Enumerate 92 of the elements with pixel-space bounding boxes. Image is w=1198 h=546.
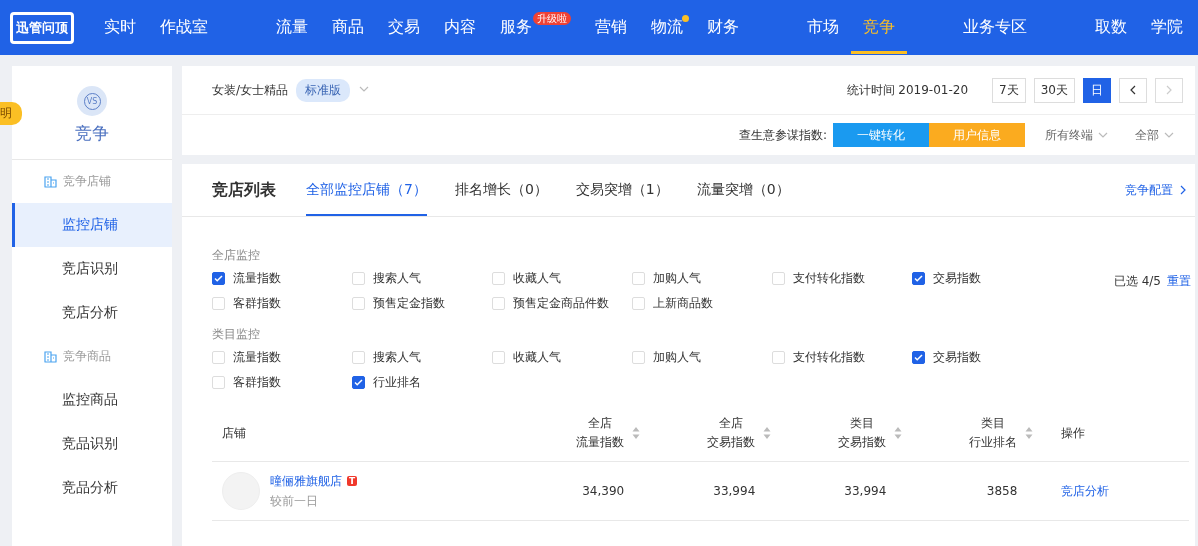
nav-item[interactable]: 竞争 — [851, 1, 907, 54]
sidebar-item[interactable]: 竞品分析 — [12, 466, 172, 510]
column-header: 类目 行业排名 — [969, 415, 1018, 451]
compare-label: 较前一日 — [270, 492, 319, 510]
checkbox-label: 流量指数 — [233, 270, 281, 287]
nav-item[interactable]: 学院 — [1139, 1, 1195, 54]
list-title: 竞店列表 — [212, 179, 276, 201]
checkbox-label: 交易指数 — [933, 270, 981, 287]
nav-item[interactable]: 交易 — [376, 1, 432, 54]
sidebar-item[interactable]: 竞品识别 — [12, 422, 172, 466]
nav-item[interactable]: 内容 — [432, 1, 488, 54]
sort-icon[interactable] — [763, 426, 772, 440]
sidebar-title: 竞争 — [75, 122, 109, 145]
checkbox-label: 搜索人气 — [373, 349, 421, 366]
nav-item[interactable]: 营销 — [583, 1, 639, 54]
next-button[interactable] — [1155, 77, 1183, 103]
checkbox[interactable] — [912, 272, 925, 285]
nav-item[interactable]: 作战室 — [148, 1, 220, 54]
tmall-badge: T — [347, 476, 358, 486]
checkbox[interactable] — [912, 351, 925, 364]
sort-icon[interactable] — [894, 426, 903, 440]
checkbox-label: 流量指数 — [233, 349, 281, 366]
checkbox-label: 收藏人气 — [513, 349, 561, 366]
previous-button[interactable] — [1119, 77, 1147, 103]
checkbox[interactable] — [352, 376, 365, 389]
table-cell: 3858 — [986, 484, 1018, 498]
store-name-link[interactable]: 曈俪雅旗舰店 — [270, 472, 342, 490]
building-icon — [44, 175, 57, 188]
section-title: 全店监控 — [212, 247, 261, 264]
tab[interactable]: 全部监控店铺（7） — [306, 164, 427, 216]
checkbox-label: 搜索人气 — [373, 270, 421, 287]
section-title: 类目监控 — [212, 326, 261, 343]
convert-button[interactable]: 一键转化 — [833, 123, 929, 147]
dropdown[interactable]: 全部 — [1129, 126, 1181, 144]
nav-item[interactable]: 服务 $^{升级啦}$ — [488, 1, 583, 54]
column-header: 操作 — [1061, 424, 1086, 442]
sidebar-item[interactable]: 竞店识别 — [12, 247, 172, 291]
sidebar-item[interactable]: 监控商品 — [12, 378, 172, 422]
nav-item[interactable]: 取数 — [1083, 1, 1139, 54]
config-link[interactable]: 竞争配置 — [1125, 181, 1189, 199]
checkbox-label: 支付转化指数 — [793, 349, 865, 366]
period-button[interactable]: 日 — [1083, 77, 1111, 103]
index-label: 查生意参谋指数: — [738, 126, 827, 144]
column-header: 类目 交易指数 — [838, 415, 887, 451]
checkbox-label: 加购人气 — [653, 349, 701, 366]
category-label: 女装/女士精品 — [212, 81, 289, 99]
period-button[interactable]: 7天 — [992, 77, 1026, 103]
table-cell: 34,390 — [582, 484, 625, 498]
vs-icon: VS — [77, 86, 107, 116]
sidebar-item[interactable]: 竞店分析 — [12, 291, 172, 335]
tab[interactable]: 排名增长（0） — [454, 164, 548, 216]
period-button[interactable]: 30天 — [1033, 77, 1075, 103]
column-header: 全店 交易指数 — [707, 415, 756, 451]
sort-icon[interactable] — [1025, 426, 1034, 440]
checkbox-label: 上新商品数 — [653, 295, 713, 312]
checkbox-label: 加购人气 — [653, 270, 701, 287]
table-cell: 33,994 — [844, 484, 887, 498]
building-icon — [44, 350, 57, 363]
checkbox-label: 预售定金指数 — [373, 295, 445, 312]
checkbox-label: 交易指数 — [933, 349, 981, 366]
edition-badge: 标准版 — [296, 78, 351, 102]
sort-icon[interactable] — [632, 426, 641, 440]
nav-item[interactable]: 市场 — [795, 1, 851, 54]
logo[interactable]: 迅管问顶 — [10, 11, 74, 44]
checkbox-label: 客群指数 — [233, 295, 281, 312]
tab[interactable]: 流量突增（0） — [696, 164, 790, 216]
table-cell: 33,994 — [713, 484, 756, 498]
checkbox-label: 支付转化指数 — [793, 270, 865, 287]
nav-item[interactable]: 流量 — [264, 1, 320, 54]
nav-item[interactable]: 商品 — [320, 1, 376, 54]
sidebar-item[interactable]: 监控店铺 — [12, 203, 172, 247]
sidebar-group-title: 竞争店铺 — [63, 173, 111, 190]
nav-item[interactable]: 实时 — [92, 1, 148, 54]
tab[interactable]: 交易突增（1） — [575, 164, 669, 216]
reset-link[interactable]: 重置 — [1167, 273, 1191, 290]
nav-item[interactable]: 物流 — [639, 1, 695, 54]
checkbox[interactable] — [212, 272, 225, 285]
checkbox-label: 预售定金商品件数 — [513, 295, 609, 312]
checkbox-label: 客群指数 — [233, 374, 281, 391]
nav-item[interactable]: 业务专区 — [951, 1, 1039, 54]
checkbox-label: 收藏人气 — [513, 270, 561, 287]
checkbox-label: 行业排名 — [373, 374, 421, 391]
selected-count: 已选 4/5 — [1113, 273, 1161, 290]
nav-item[interactable]: 财务 — [695, 1, 751, 54]
analysis-link[interactable]: 竞店分析 — [1061, 482, 1189, 500]
column-header: 全店 流量指数 — [576, 415, 625, 451]
column-header: 店铺 — [222, 424, 246, 442]
help-tab[interactable]: 明 — [0, 102, 22, 125]
stat-time: 统计时间 2019-01-20 — [846, 81, 969, 99]
sidebar-group-title: 竞争商品 — [63, 348, 111, 365]
dropdown[interactable]: 所有终端 — [1039, 126, 1115, 144]
upgrade-badge: 升级啦 — [533, 12, 571, 25]
